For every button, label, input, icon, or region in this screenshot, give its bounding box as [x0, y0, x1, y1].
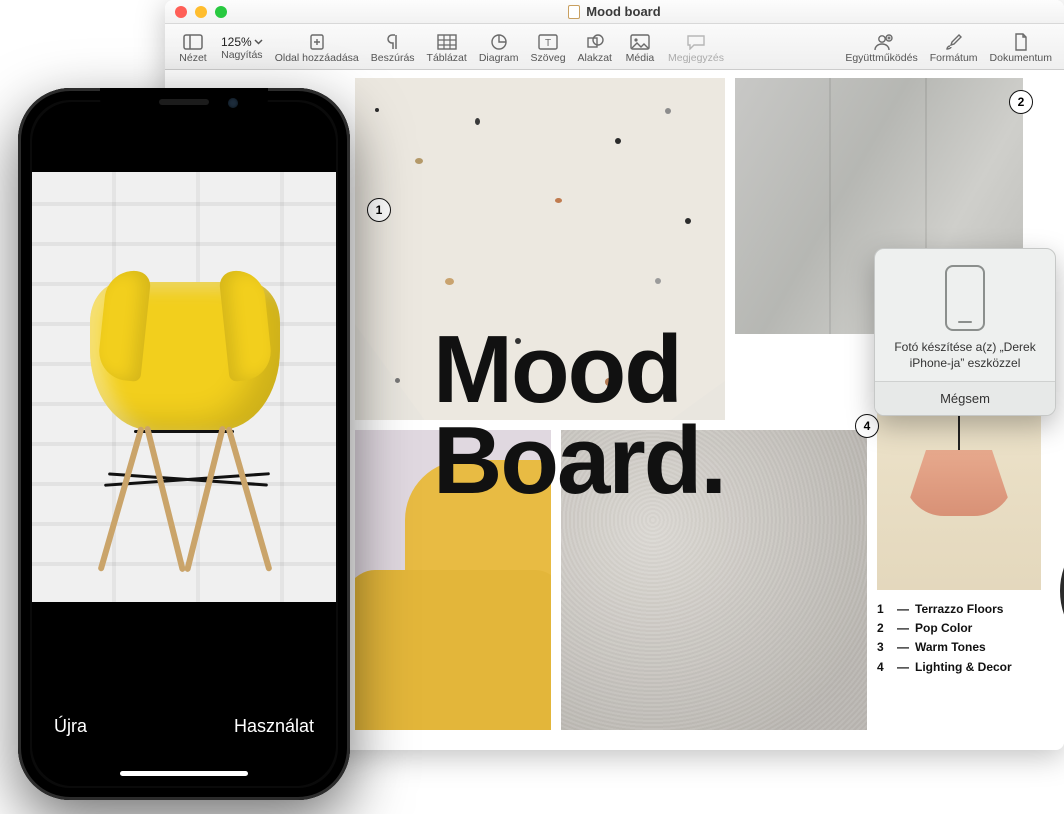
collaborate-icon — [871, 32, 893, 52]
headline-line2: Board. — [433, 415, 725, 506]
headline-line1: Mood — [433, 324, 725, 415]
text-button[interactable]: T Szöveg — [525, 30, 572, 64]
iphone-device: Újra Használat — [18, 88, 350, 800]
svg-text:T: T — [545, 38, 551, 49]
legend[interactable]: 1—Terrazzo Floors 2—Pop Color 3—Warm Ton… — [877, 600, 1041, 677]
textbox-icon: T — [537, 32, 559, 52]
brush-icon — [943, 32, 965, 52]
zoom-menu-button[interactable]: 125% Nagyítás — [215, 33, 269, 61]
media-button[interactable]: Média — [618, 30, 662, 64]
plus-page-icon — [306, 32, 328, 52]
chart-button[interactable]: Diagram — [473, 30, 525, 64]
image-pendant-lamp[interactable] — [877, 410, 1041, 590]
view-menu-button[interactable]: Nézet — [171, 30, 215, 64]
callout-4: 4 — [855, 414, 879, 438]
headline[interactable]: Mood Board. — [433, 324, 725, 506]
media-icon — [629, 32, 651, 52]
document-title: Mood board — [165, 4, 1064, 19]
popover-message: Fotó készítése a(z) „Derek iPhone-ja” es… — [887, 339, 1043, 371]
chart-icon — [488, 32, 510, 52]
table-button[interactable]: Táblázat — [421, 30, 473, 64]
retake-button[interactable]: Újra — [54, 716, 87, 737]
iphone-icon — [945, 265, 985, 331]
shape-icon — [584, 32, 606, 52]
callout-1: 1 — [367, 198, 391, 222]
pilcrow-icon — [382, 32, 404, 52]
document-panel-icon — [1010, 32, 1032, 52]
legend-item: 3—Warm Tones — [877, 638, 1041, 657]
insert-menu-button[interactable]: Beszúrás — [365, 30, 421, 64]
image-mirror[interactable] — [1051, 410, 1064, 732]
legend-item: 4—Lighting & Decor — [877, 658, 1041, 677]
use-photo-button[interactable]: Használat — [234, 716, 314, 737]
view-icon — [182, 32, 204, 52]
table-icon — [436, 32, 458, 52]
popover-cancel-button[interactable]: Mégsem — [875, 381, 1055, 415]
chevron-down-icon — [254, 39, 263, 45]
window-titlebar: Mood board — [165, 0, 1064, 24]
callout-2: 2 — [1009, 90, 1033, 114]
document-title-text: Mood board — [586, 4, 660, 19]
shape-button[interactable]: Alakzat — [572, 30, 618, 64]
comment-button[interactable]: Megjegyzés — [662, 30, 730, 64]
document-button[interactable]: Dokumentum — [984, 30, 1058, 64]
chair-photo — [68, 254, 300, 574]
zoom-value: 125% — [221, 35, 263, 49]
format-button[interactable]: Formátum — [924, 30, 984, 64]
comment-icon — [685, 32, 707, 52]
legend-item: 2—Pop Color — [877, 619, 1041, 638]
legend-item: 1—Terrazzo Floors — [877, 600, 1041, 619]
document-icon — [568, 5, 580, 19]
iphone-screen: Újra Használat — [32, 102, 336, 786]
toolbar: Nézet 125% Nagyítás Oldal hozzáadása Bes… — [165, 24, 1064, 70]
iphone-notch — [100, 88, 268, 118]
collaborate-button[interactable]: Együttműködés — [839, 30, 923, 64]
camera-preview — [32, 172, 336, 602]
home-indicator[interactable] — [120, 771, 248, 776]
add-page-button[interactable]: Oldal hozzáadása — [269, 30, 365, 64]
continuity-camera-popover: Fotó készítése a(z) „Derek iPhone-ja” es… — [874, 248, 1056, 416]
